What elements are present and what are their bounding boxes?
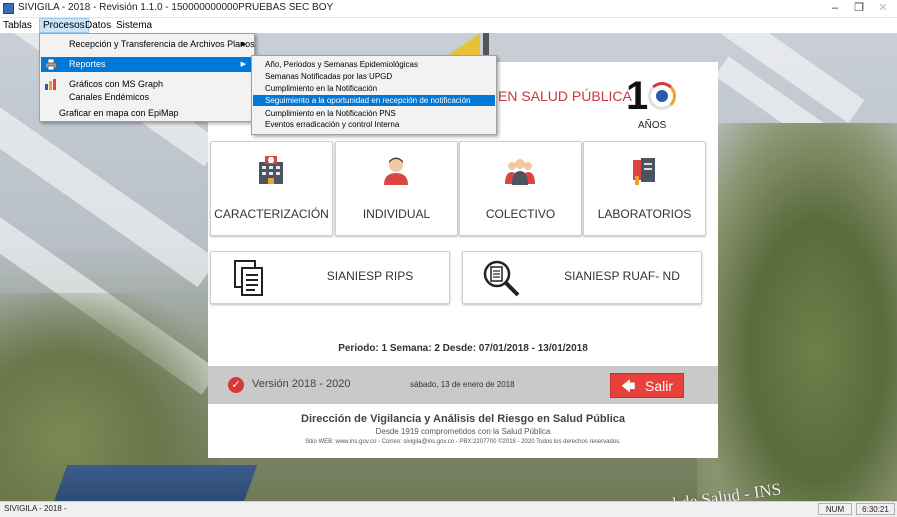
- menu-item-epimap[interactable]: Graficar en mapa con EpiMap: [41, 106, 252, 121]
- submenu-item-seguimiento[interactable]: Seguimiento a la oportunidad en recepció…: [253, 95, 495, 106]
- procesos-menu: Recepción y Transferencia de Archivos Pl…: [39, 33, 255, 122]
- menu-item-reportes[interactable]: Reportes ▶: [41, 57, 252, 72]
- printer-icon: [45, 59, 57, 70]
- footer-bar: ✓ Versión 2018 - 2020 sábado, 13 de ener…: [208, 366, 718, 404]
- version-label: Versión 2018 - 2020: [252, 378, 351, 390]
- menu-bar: Tablas Procesos Datos Sistema: [0, 18, 897, 33]
- submenu-item[interactable]: Cumplimiento en la Notificación: [253, 83, 495, 94]
- salir-button[interactable]: 🡄 Salir: [610, 373, 684, 398]
- hospital-icon: [259, 156, 283, 184]
- contact-info: Sitio WEB: www.ins.gov.co - Correo: sivi…: [305, 439, 621, 445]
- minimize-button[interactable]: –: [822, 0, 848, 17]
- check-icon: ✓: [228, 377, 244, 393]
- maximize-button[interactable]: ❐: [846, 0, 872, 17]
- reportes-submenu: Año, Periodos y Semanas Epidemiológicas …: [251, 55, 497, 135]
- window-title: SIVIGILA - 2018 - Revisión 1.1.0 - 15000…: [18, 2, 334, 13]
- salir-label: Salir: [645, 378, 674, 394]
- submenu-arrow-icon: ▶: [240, 41, 246, 48]
- tile-label: LABORATORIOS: [597, 207, 692, 221]
- document-icon: [234, 260, 263, 296]
- tile-label: COLECTIVO: [485, 207, 556, 221]
- magnifier-icon: [483, 260, 520, 297]
- lab-icon: [633, 158, 655, 185]
- submenu-item[interactable]: Cumplimiento en la Notificación PNS: [253, 108, 495, 119]
- submenu-item[interactable]: Semanas Notificadas por las UPGD: [253, 71, 495, 82]
- header-title: EN SALUD PÚBLICA: [498, 88, 632, 104]
- tile-laboratorios[interactable]: LABORATORIOS: [583, 141, 706, 236]
- app-icon[interactable]: [3, 3, 14, 14]
- building-roof: [52, 465, 258, 501]
- submenu-item[interactable]: Año, Periodos y Semanas Epidemiológicas: [253, 59, 495, 70]
- menu-datos[interactable]: Datos: [82, 19, 114, 32]
- submenu-arrow-icon: ▶: [240, 61, 246, 68]
- status-bar: SIVIGILA - 2018 - NUM 6:30:21: [0, 501, 897, 517]
- tile-label: INDIVIDUAL: [362, 207, 431, 221]
- tile-label: CARACTERIZACIÓN: [214, 207, 329, 221]
- tile-caracterizacion[interactable]: CARACTERIZACIÓN: [210, 141, 333, 236]
- wide-button-label: SIANIESP RIPS: [326, 269, 414, 283]
- status-text: SIVIGILA - 2018 -: [4, 504, 67, 513]
- sianiesp-rips-button[interactable]: SIANIESP RIPS: [210, 251, 450, 304]
- group-icon: [505, 159, 535, 185]
- close-button[interactable]: ✕: [870, 0, 896, 17]
- menu-item-canales[interactable]: Canales Endémicos: [41, 90, 252, 105]
- submenu-item[interactable]: Eventos erradicación y control Interna: [253, 119, 495, 130]
- person-icon: [384, 157, 408, 185]
- direccion-title: Dirección de Vigilancia y Análisis del R…: [301, 413, 625, 425]
- tile-colectivo[interactable]: COLECTIVO: [459, 141, 582, 236]
- periodo-text: Periodo: 1 Semana: 2 Desde: 07/01/2018 -…: [338, 343, 588, 354]
- menu-tablas[interactable]: Tablas: [0, 19, 35, 32]
- title-bar: SIVIGILA - 2018 - Revisión 1.1.0 - 15000…: [0, 0, 897, 18]
- menu-item-recepcion[interactable]: Recepción y Transferencia de Archivos Pl…: [41, 37, 255, 52]
- num-lock-indicator: NUM: [818, 503, 852, 515]
- menu-sistema[interactable]: Sistema: [113, 19, 155, 32]
- back-arrow-icon: 🡄: [621, 378, 636, 394]
- wide-button-label: SIANIESP RUAF- ND: [564, 269, 680, 283]
- direccion-subtitle: Desde 1919 comprometidos con la Salud Pú…: [375, 427, 551, 436]
- date-label: sábado, 13 de enero de 2018: [410, 380, 515, 389]
- sianiesp-ruaf-button[interactable]: SIANIESP RUAF- ND: [462, 251, 702, 304]
- chart-icon: [45, 79, 56, 90]
- clock: 6:30:21: [856, 503, 895, 515]
- tile-individual[interactable]: INDIVIDUAL: [335, 141, 458, 236]
